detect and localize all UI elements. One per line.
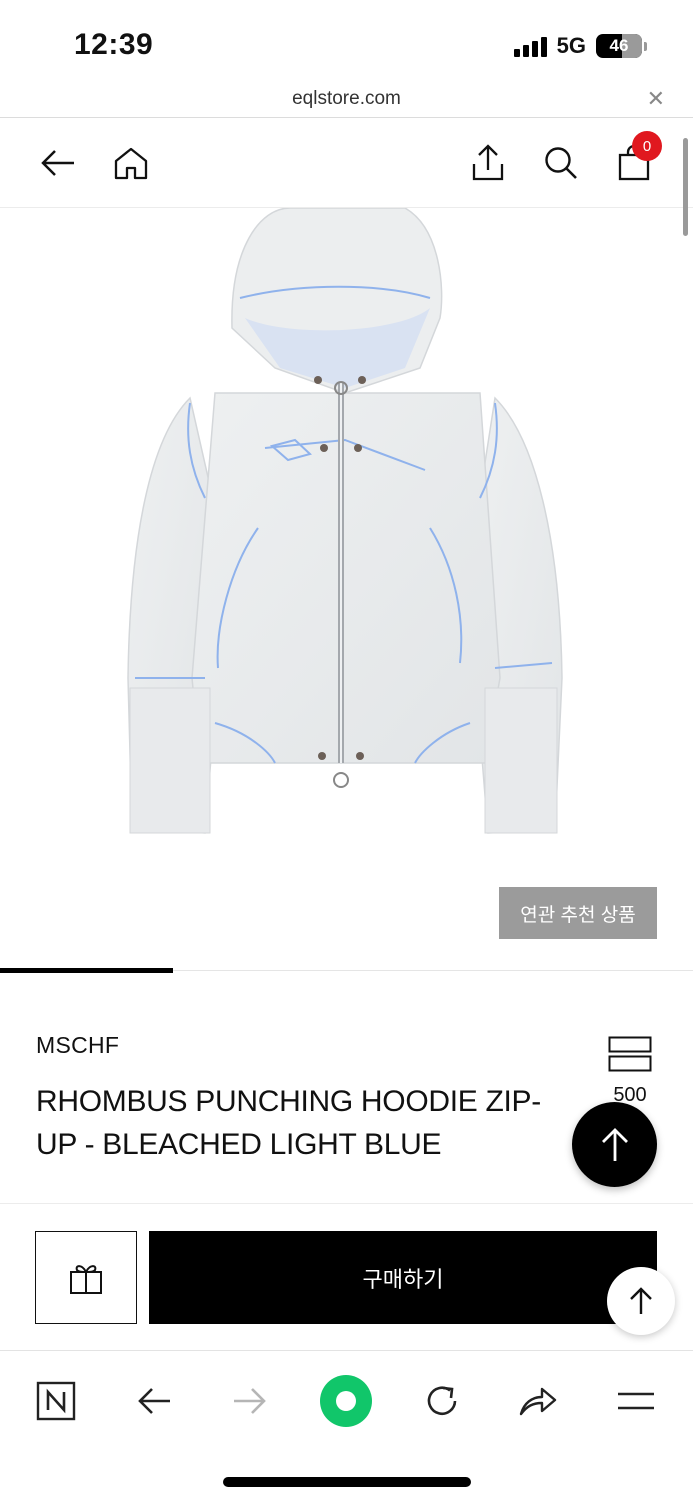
hoodie-product-image[interactable] [0,208,693,858]
network-type: 5G [556,33,586,58]
search-icon[interactable] [541,143,581,183]
shopping-bag-icon[interactable]: 0 [614,131,662,183]
gift-button[interactable] [35,1231,137,1324]
close-icon[interactable]: ✕ [647,86,665,112]
status-bar: 12:39 5G 46 [0,0,693,84]
naver-n-icon[interactable] [28,1373,84,1429]
buy-button[interactable]: 구매하기 [149,1231,657,1324]
brand-name[interactable]: MSCHF [36,1032,119,1059]
arrow-up-icon [601,1127,628,1161]
url-text[interactable]: eqlstore.com [0,88,693,110]
divider [0,1203,693,1204]
battery-icon: 46 [596,34,642,58]
back-arrow-icon[interactable] [38,143,78,183]
scroll-top-button[interactable] [572,1102,657,1187]
home-icon[interactable] [111,143,151,183]
battery-level: 46 [609,36,629,55]
browser-toolbar [0,1350,693,1500]
cart-count-badge: 0 [632,131,662,161]
app-header: 0 [0,119,693,208]
image-pager-indicator [0,968,173,973]
back-icon[interactable] [126,1373,182,1429]
forward-icon[interactable] [222,1373,278,1429]
share-icon[interactable] [510,1373,566,1429]
floating-scroll-top-button[interactable] [607,1267,675,1335]
like-icon[interactable] [608,1036,652,1072]
status-indicators: 5G 46 [513,33,647,59]
green-dot-icon[interactable] [318,1373,374,1429]
share-icon[interactable] [468,143,508,183]
related-products-button[interactable]: 연관 추천 상품 [499,887,657,939]
signal-icon [513,35,547,57]
reload-icon[interactable] [414,1373,470,1429]
home-indicator [223,1477,471,1487]
status-time: 12:39 [74,28,154,61]
product-title: RHOMBUS PUNCHING HOODIE ZIP-UP - BLEACHE… [36,1085,541,1161]
gift-icon [70,1264,102,1294]
arrow-up-icon [630,1287,652,1314]
menu-icon[interactable] [608,1373,664,1429]
address-bar[interactable]: eqlstore.com ✕ [0,84,693,118]
